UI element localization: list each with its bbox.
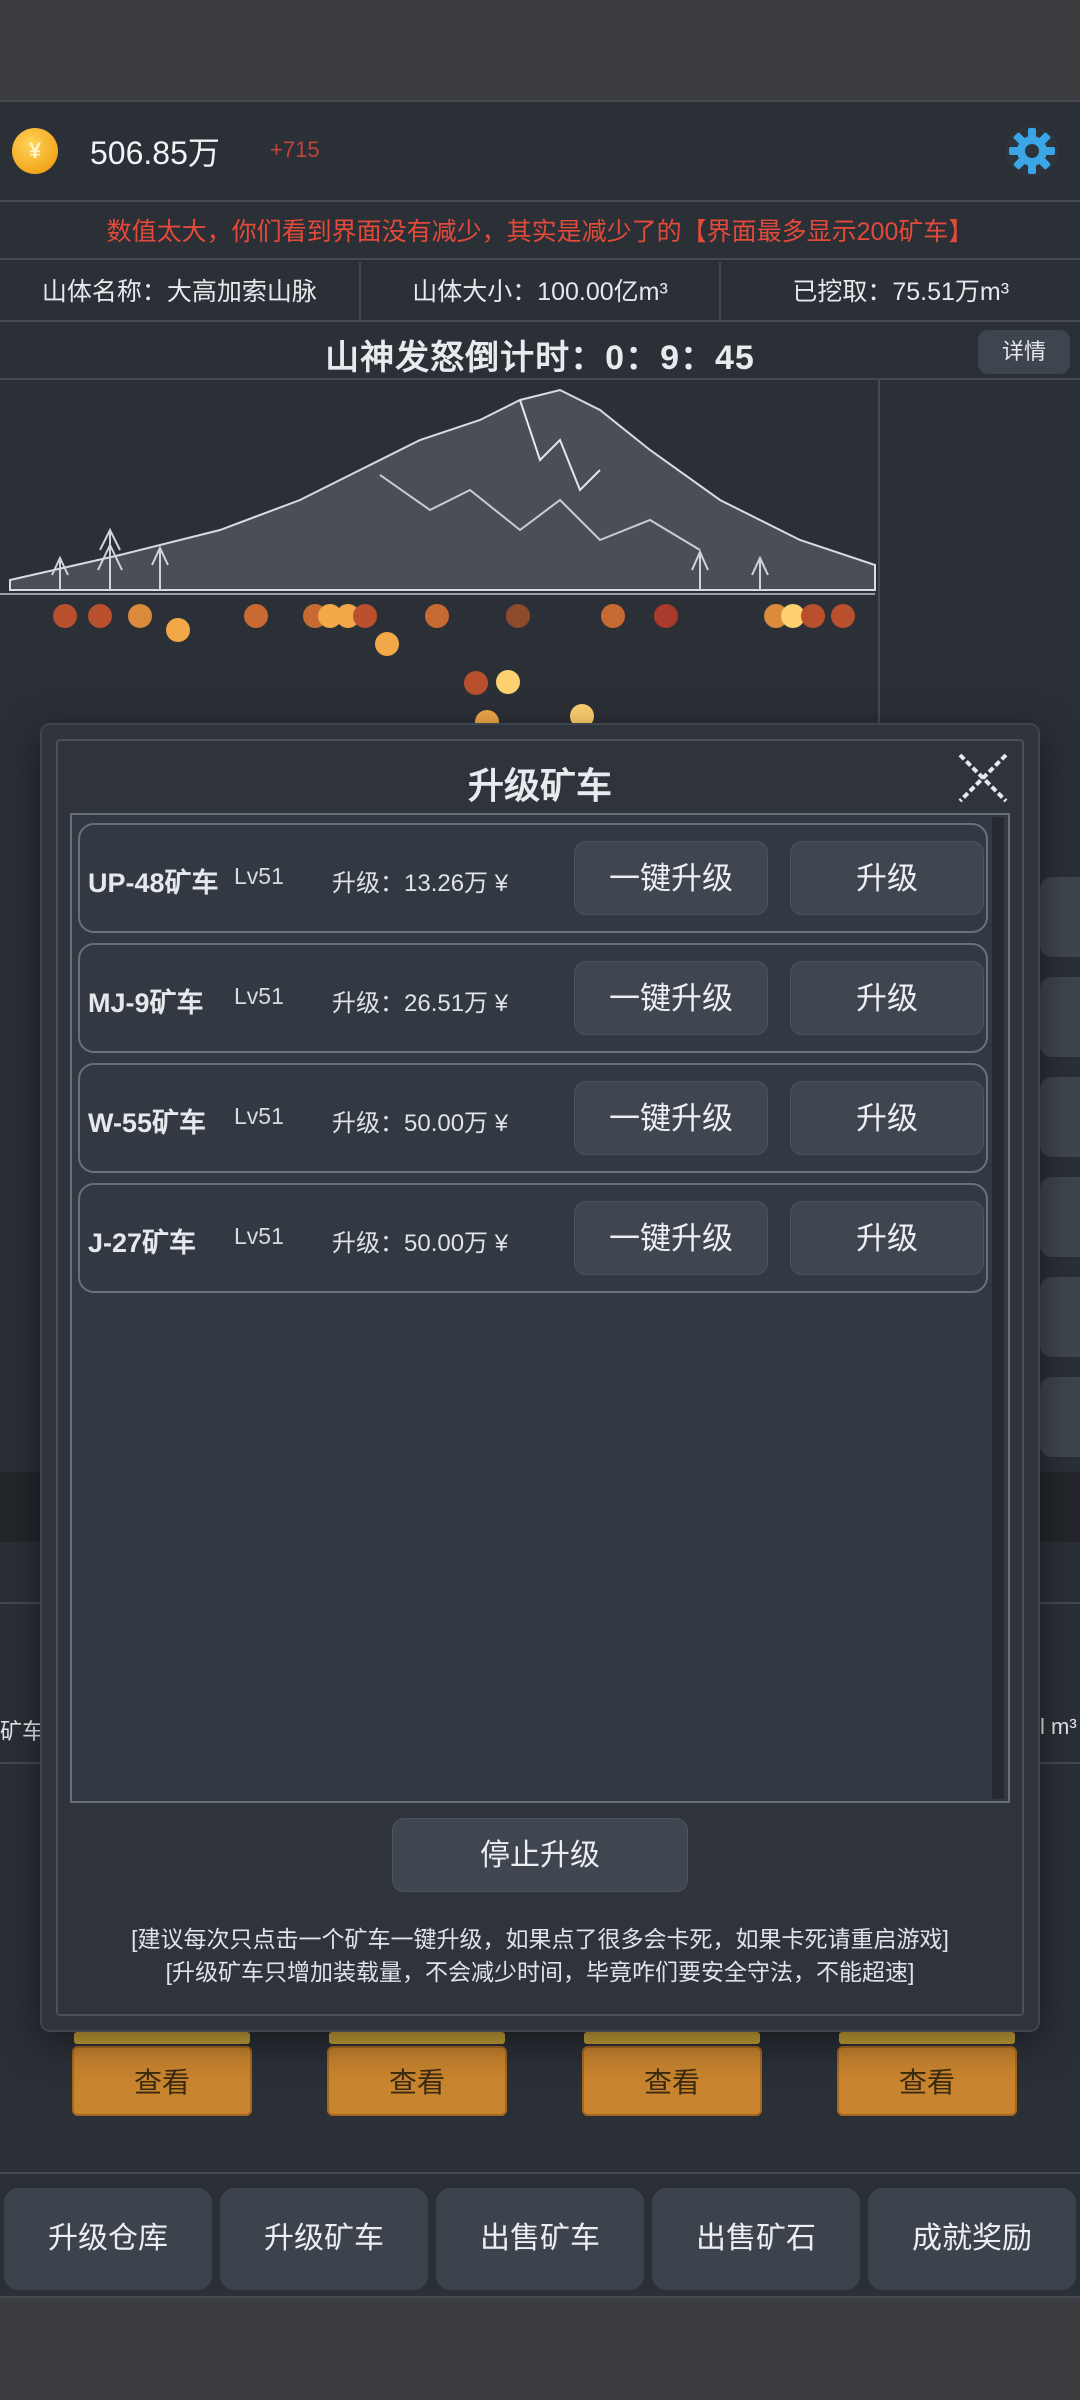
cart-level: Lv51	[234, 863, 284, 889]
cart-name: J-27矿车	[88, 1228, 197, 1258]
cart-upgrade-cost: 升级：13.26万 ¥	[332, 870, 509, 897]
cart-row: MJ-9矿车 Lv51 升级：26.51万 ¥ 一键升级 升级	[78, 943, 988, 1053]
one-click-upgrade-button[interactable]: 一键升级	[574, 1081, 768, 1155]
list-scrollbar[interactable]	[992, 817, 1004, 1799]
one-click-upgrade-button[interactable]: 一键升级	[574, 1201, 768, 1275]
tip-text: [升级矿车只增加装载量，不会减少时间，毕竟咋们要安全守法，不能超速]	[165, 1959, 915, 1985]
modal-overlay: 升级矿车 UP-48矿车 Lv51 升级：13.26万 ¥ 一键升级 升级 MJ…	[0, 0, 1080, 2400]
close-icon[interactable]	[956, 751, 1010, 805]
cart-upgrade-cost: 升级：26.51万 ¥	[332, 990, 509, 1017]
cart-upgrade-cost: 升级：50.00万 ¥	[332, 1110, 509, 1137]
cart-name: W-55矿车	[88, 1108, 206, 1138]
one-click-upgrade-button[interactable]: 一键升级	[574, 841, 768, 915]
cart-list: UP-48矿车 Lv51 升级：13.26万 ¥ 一键升级 升级 MJ-9矿车 …	[70, 813, 1010, 1803]
upgrade-button[interactable]: 升级	[790, 1201, 984, 1275]
tip-text: [建议每次只点击一个矿车一键升级，如果点了很多会卡死，如果卡死请重启游戏]	[131, 1926, 949, 1952]
one-click-upgrade-button[interactable]: 一键升级	[574, 961, 768, 1035]
cart-level: Lv51	[234, 983, 284, 1009]
cart-row: J-27矿车 Lv51 升级：50.00万 ¥ 一键升级 升级	[78, 1183, 988, 1293]
upgrade-button[interactable]: 升级	[790, 841, 984, 915]
cart-level: Lv51	[234, 1223, 284, 1249]
dialog-title: 升级矿车	[467, 765, 612, 806]
cart-row: W-55矿车 Lv51 升级：50.00万 ¥ 一键升级 升级	[78, 1063, 988, 1173]
stop-upgrade-button[interactable]: 停止升级	[392, 1818, 688, 1892]
upgrade-button[interactable]: 升级	[790, 961, 984, 1035]
cart-row: UP-48矿车 Lv51 升级：13.26万 ¥ 一键升级 升级	[78, 823, 988, 933]
cart-level: Lv51	[234, 1103, 284, 1129]
cart-name: UP-48矿车	[88, 868, 219, 898]
cart-name: MJ-9矿车	[88, 988, 204, 1018]
upgrade-cart-dialog: 升级矿车 UP-48矿车 Lv51 升级：13.26万 ¥ 一键升级 升级 MJ…	[42, 725, 1038, 2030]
upgrade-button[interactable]: 升级	[790, 1081, 984, 1155]
cart-upgrade-cost: 升级：50.00万 ¥	[332, 1230, 509, 1257]
